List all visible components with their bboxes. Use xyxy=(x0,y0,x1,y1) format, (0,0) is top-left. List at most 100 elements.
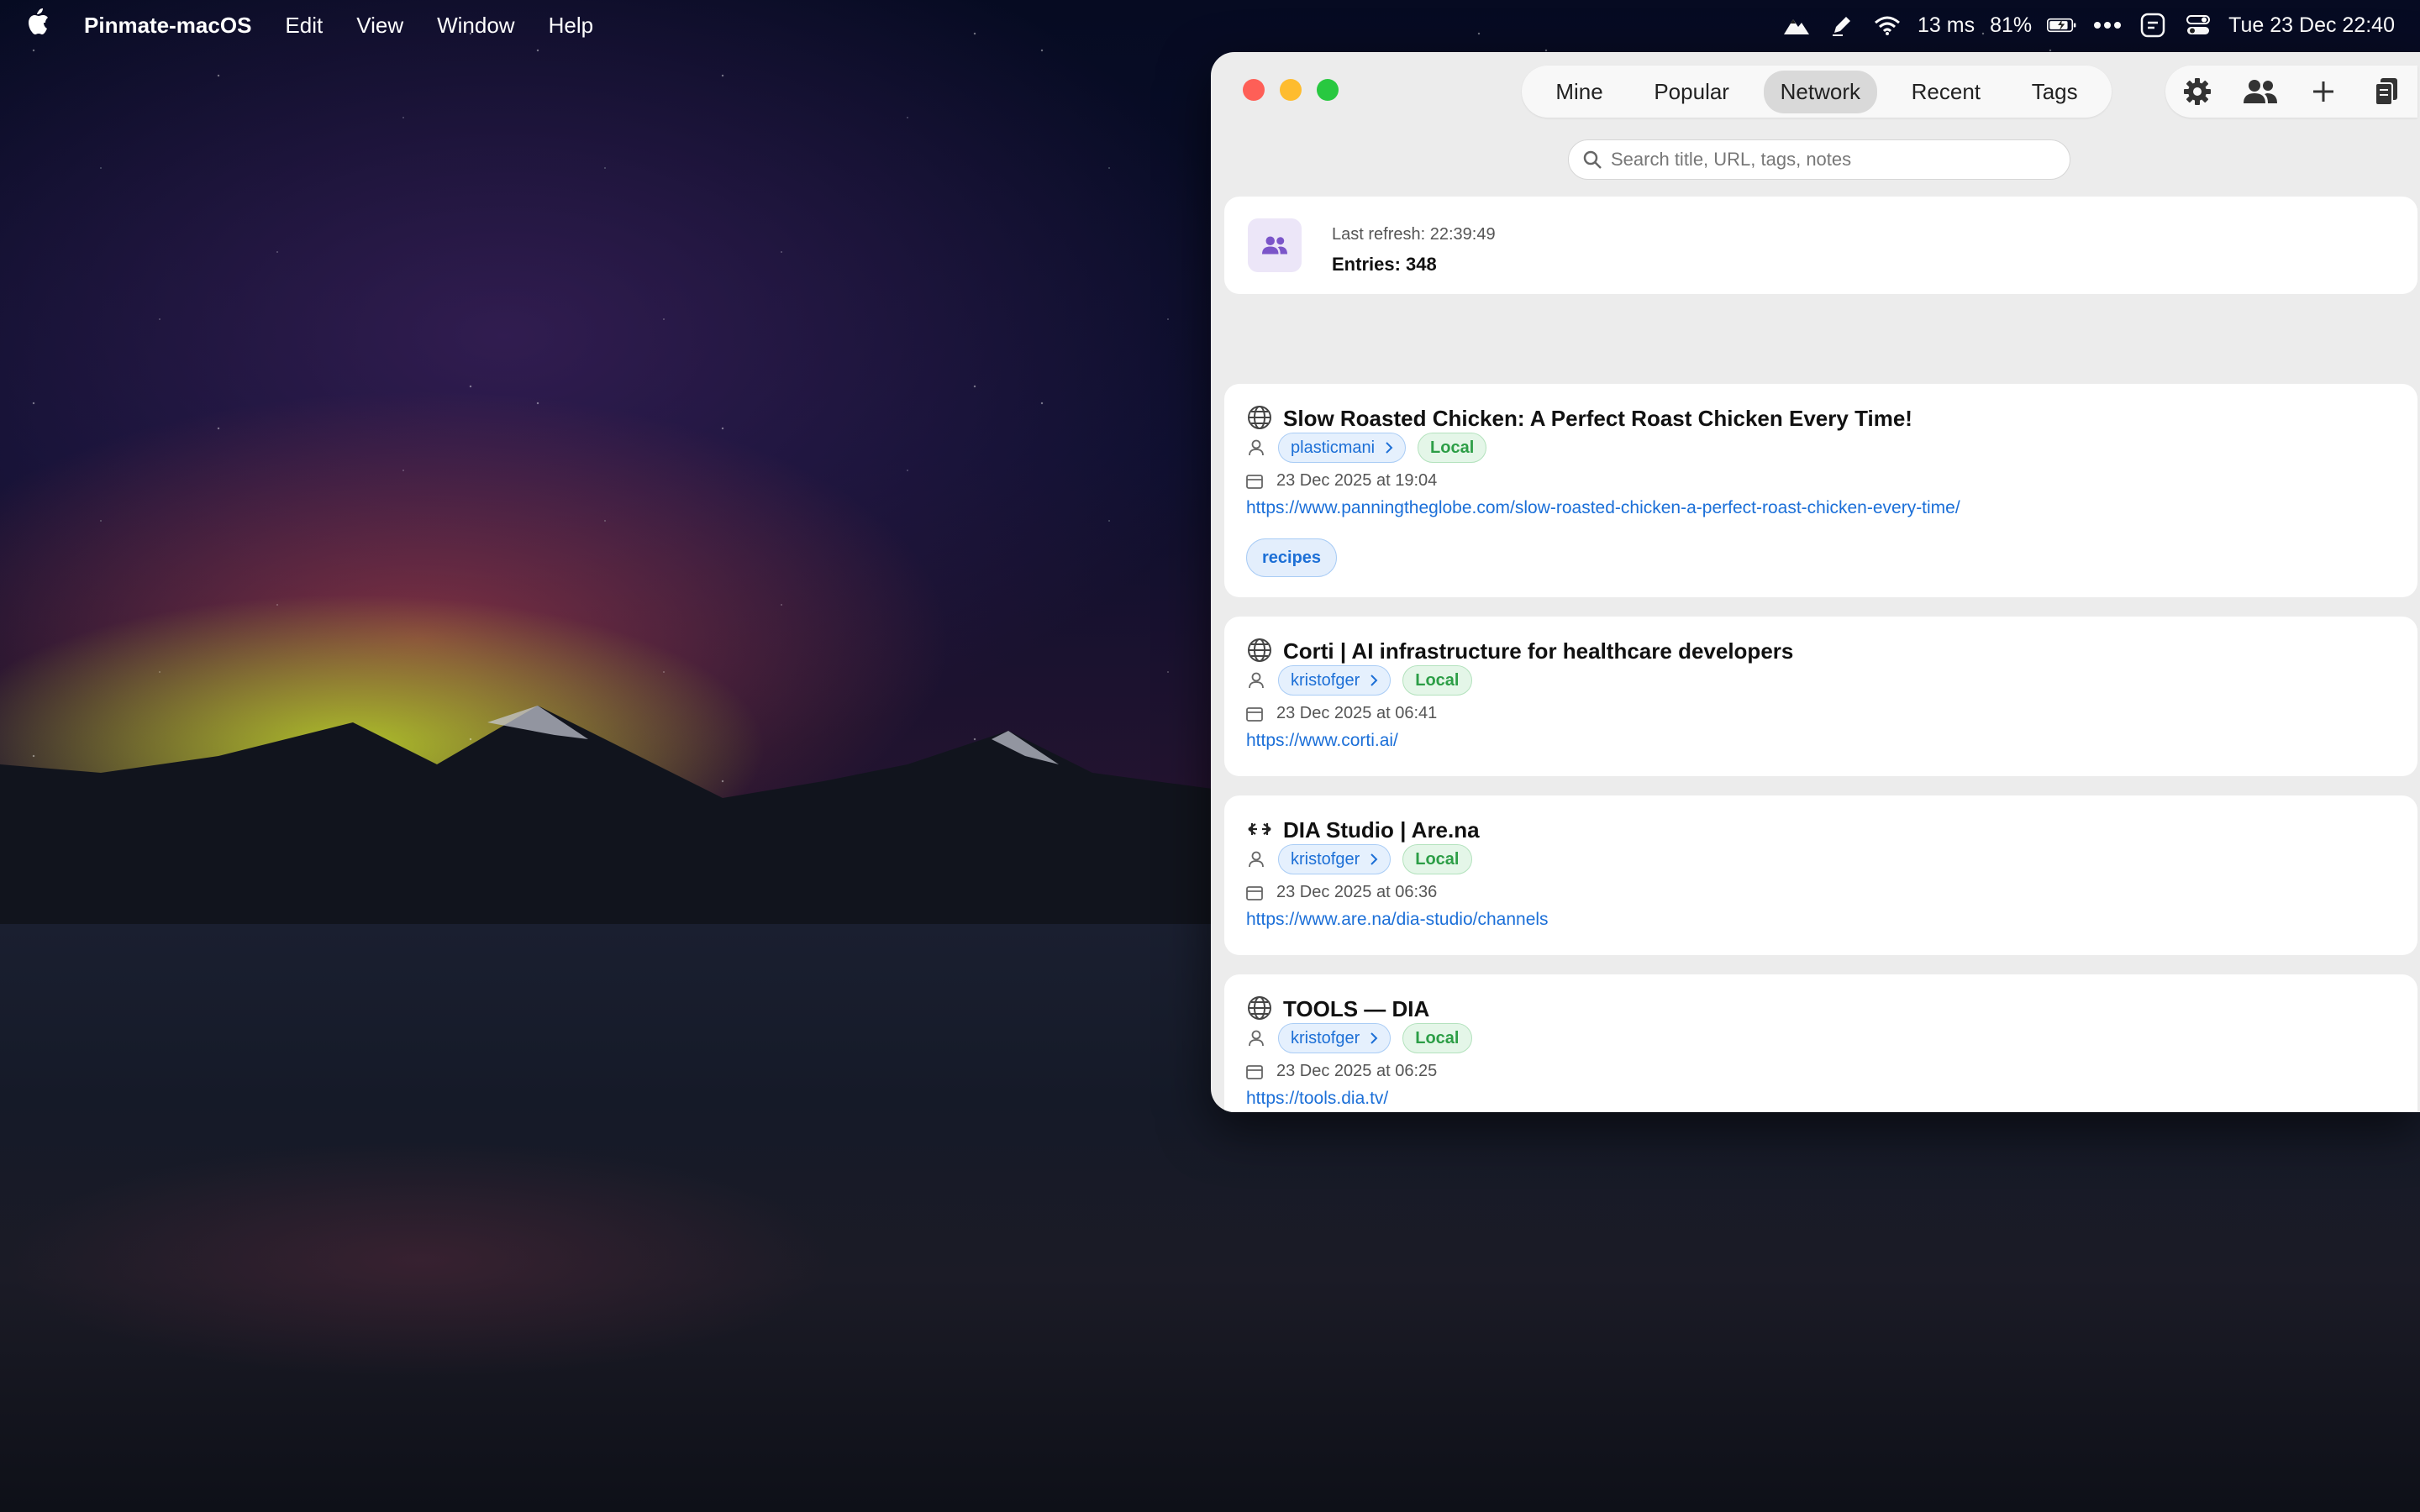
globe-icon xyxy=(1246,404,1273,431)
menu-view[interactable]: View xyxy=(356,13,403,39)
bookmark-date-row: 23 Dec 2025 at 06:41 xyxy=(1246,704,1437,723)
bookmark-date-row: 23 Dec 2025 at 06:36 xyxy=(1246,883,1437,902)
clipboard-icon xyxy=(2374,78,2397,106)
user-name: kristofger xyxy=(1291,1028,1360,1047)
bookmark-entry[interactable]: TOOLS — DIA kristofger Local 23 Dec 2025… xyxy=(1224,974,2417,1112)
wifi-icon[interactable] xyxy=(1872,13,1902,38)
tab-recent[interactable]: Recent xyxy=(1895,71,1997,113)
bookmark-title[interactable]: DIA Studio | Are.na xyxy=(1283,817,1480,843)
bookmark-url[interactable]: https://tools.dia.tv/ xyxy=(1246,1089,1388,1109)
bookmark-date-row: 23 Dec 2025 at 19:04 xyxy=(1246,471,1437,491)
battery-percent: 81% xyxy=(1990,13,2033,37)
calendar-icon xyxy=(1246,706,1263,722)
bookmark-entry[interactable]: Slow Roasted Chicken: A Perfect Roast Ch… xyxy=(1224,384,2417,597)
user-name: kristofger xyxy=(1291,670,1360,690)
source-badge: Local xyxy=(1418,433,1487,463)
add-bookmark-button[interactable] xyxy=(2302,71,2344,113)
ping-text: 13 ms xyxy=(1918,13,1975,37)
person-icon xyxy=(1246,670,1266,690)
user-chip[interactable]: kristofger xyxy=(1278,665,1392,696)
bookmark-entry[interactable]: Corti | AI infrastructure for healthcare… xyxy=(1224,617,2417,776)
bookmark-meta: kristofger Local xyxy=(1246,665,1472,696)
bookmark-entry[interactable]: DIA Studio | Are.na kristofger Local 23 … xyxy=(1224,795,2417,955)
bookmark-title[interactable]: Slow Roasted Chicken: A Perfect Roast Ch… xyxy=(1283,406,1912,432)
apple-menu-icon[interactable] xyxy=(25,8,59,43)
bookmark-url[interactable]: https://www.corti.ai/ xyxy=(1246,731,1398,751)
calendar-icon xyxy=(1246,474,1263,489)
calendar-icon xyxy=(1246,1064,1263,1079)
tag-chip[interactable]: recipes xyxy=(1246,538,1338,577)
more-dots-icon[interactable] xyxy=(2092,13,2123,38)
menu-edit[interactable]: Edit xyxy=(285,13,323,39)
mountain-icon[interactable] xyxy=(1781,13,1812,38)
app-window: Mine Popular Network Recent Tags Search … xyxy=(1211,52,2420,1112)
person-icon xyxy=(1246,438,1266,458)
user-chip[interactable]: kristofger xyxy=(1278,844,1392,874)
calendar-icon xyxy=(1246,885,1263,900)
minimize-window-button[interactable] xyxy=(1280,79,1302,101)
close-window-button[interactable] xyxy=(1243,79,1265,101)
gear-icon xyxy=(2183,78,2211,105)
bookmark-title[interactable]: Corti | AI infrastructure for healthcare… xyxy=(1283,638,1793,664)
search-input[interactable] xyxy=(1611,149,2048,171)
view-tabs: Mine Popular Network Recent Tags xyxy=(1522,66,2112,118)
wallpaper-mountains xyxy=(0,706,1218,941)
tab-popular[interactable]: Popular xyxy=(1637,71,1746,113)
bookmark-title[interactable]: TOOLS — DIA xyxy=(1283,996,1429,1022)
clipboard-button[interactable] xyxy=(2365,71,2407,113)
refresh-status-card: Last refresh: 22:39:49 Entries: 348 xyxy=(1224,197,2417,294)
battery-icon[interactable] xyxy=(2047,13,2077,38)
source-badge: Local xyxy=(1402,665,1472,696)
bookmark-meta: plasticmani Local xyxy=(1246,433,1487,463)
settings-button[interactable] xyxy=(2176,71,2218,113)
tab-mine[interactable]: Mine xyxy=(1539,71,1619,113)
tab-network[interactable]: Network xyxy=(1763,70,1877,113)
user-chip[interactable]: plasticmani xyxy=(1278,433,1407,463)
network-status-icon xyxy=(1248,218,1302,272)
bookmark-date-row: 23 Dec 2025 at 06:25 xyxy=(1246,1062,1437,1081)
pen-icon[interactable] xyxy=(1827,13,1857,38)
entries-count: Entries: 348 xyxy=(1332,254,1437,275)
search-icon xyxy=(1583,150,1602,169)
app-status-icon[interactable] xyxy=(2138,13,2168,38)
bookmark-date: 23 Dec 2025 at 06:36 xyxy=(1276,883,1438,901)
chevron-right-icon xyxy=(1370,853,1378,865)
arena-icon xyxy=(1246,816,1273,843)
bookmark-meta: kristofger Local xyxy=(1246,844,1472,874)
bookmark-url[interactable]: https://www.panningtheglobe.com/slow-roa… xyxy=(1246,498,1960,518)
menu-bar-status: 13 ms 81% Tue 23 Dec 22:40 xyxy=(1781,0,2395,50)
network-people-button[interactable] xyxy=(2239,71,2281,113)
bookmark-date: 23 Dec 2025 at 19:04 xyxy=(1276,471,1438,490)
tab-tags[interactable]: Tags xyxy=(2015,71,2095,113)
source-badge: Local xyxy=(1402,1023,1472,1053)
search-field[interactable] xyxy=(1568,139,2070,180)
source-badge: Local xyxy=(1402,844,1472,874)
menu-window[interactable]: Window xyxy=(437,13,514,39)
menu-bar-clock[interactable]: Tue 23 Dec 22:40 xyxy=(2228,13,2395,38)
control-center-icon[interactable] xyxy=(2183,13,2213,38)
people-icon xyxy=(2243,80,2277,103)
plus-icon xyxy=(2312,81,2333,102)
bookmark-url[interactable]: https://www.are.na/dia-studio/channels xyxy=(1246,910,1549,930)
user-chip[interactable]: kristofger xyxy=(1278,1023,1392,1053)
menu-bar: Pinmate-macOS Edit View Window Help 13 m… xyxy=(0,0,2420,50)
last-refresh-text: Last refresh: 22:39:49 xyxy=(1332,225,1496,244)
user-name: kristofger xyxy=(1291,849,1360,869)
person-icon xyxy=(1246,849,1266,869)
window-controls xyxy=(1243,79,1339,101)
bookmark-date: 23 Dec 2025 at 06:25 xyxy=(1276,1062,1438,1080)
globe-icon xyxy=(1246,995,1273,1021)
menu-help[interactable]: Help xyxy=(549,13,593,39)
title-bar: Mine Popular Network Recent Tags xyxy=(1211,52,2420,195)
menu-app-name[interactable]: Pinmate-macOS xyxy=(84,13,251,39)
globe-icon xyxy=(1246,637,1273,664)
zoom-window-button[interactable] xyxy=(1317,79,1339,101)
wallpaper-reflection xyxy=(0,1092,1176,1512)
bookmark-date: 23 Dec 2025 at 06:41 xyxy=(1276,704,1438,722)
toolbar-actions xyxy=(2165,66,2417,118)
user-name: plasticmani xyxy=(1291,438,1376,457)
bookmark-meta: kristofger Local xyxy=(1246,1023,1472,1053)
chevron-right-icon xyxy=(1370,1032,1378,1044)
chevron-right-icon xyxy=(1370,675,1378,686)
chevron-right-icon xyxy=(1386,442,1393,454)
